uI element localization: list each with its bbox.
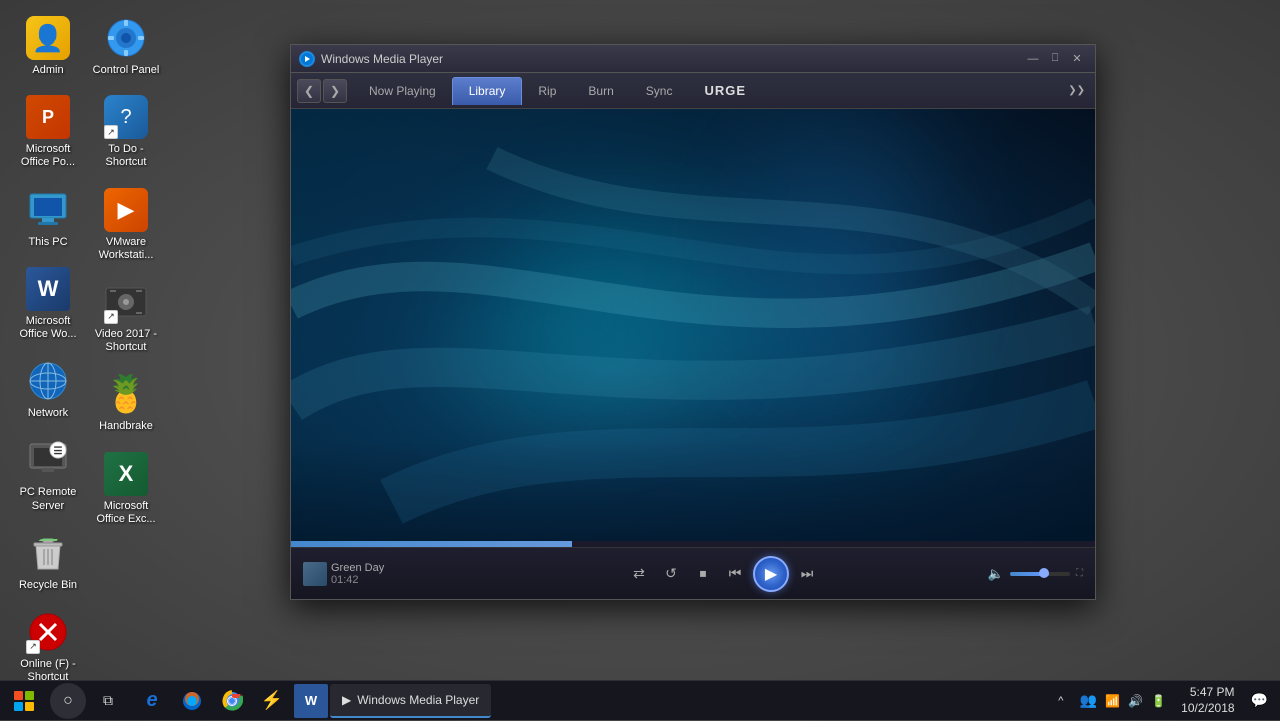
wmp-back-button[interactable]: ❮	[297, 79, 321, 103]
desktop-icon-control-panel[interactable]: Control Panel	[88, 10, 164, 81]
taskbar: ○ ⧉ e	[0, 680, 1280, 720]
wmp-play-button[interactable]: ▶	[753, 556, 789, 592]
wmp-stop-button[interactable]: ⏹	[689, 560, 717, 588]
desktop-icon-pc-remote[interactable]: ☰ PC Remote Server	[10, 432, 86, 516]
wmp-close-button[interactable]: ✕	[1067, 50, 1087, 68]
wmp-song-info: Green Day 01:42	[303, 562, 483, 586]
icon-label-recycle-bin: Recycle Bin	[19, 579, 77, 592]
tray-network-icon[interactable]: 📶	[1102, 692, 1123, 710]
wmp-next-button[interactable]: ⏭	[793, 560, 821, 588]
start-icon	[14, 691, 34, 711]
desktop-icon-this-pc[interactable]: This PC	[10, 182, 86, 253]
wmp-maximize-button[interactable]: ⎕	[1045, 50, 1065, 68]
tray-people-icon[interactable]: 👥	[1077, 690, 1100, 711]
icon-label-powerpoint: Microsoft Office Po...	[14, 143, 82, 169]
desktop-icon-video2017[interactable]: ↗ Video 2017 - Shortcut	[88, 274, 164, 358]
wmp-controls-bar: Green Day 01:42 ⇄ ↺ ⏹ ⏮ ▶ ⏭ 🔈	[291, 547, 1095, 599]
clock-date: 10/2/2018	[1181, 701, 1234, 717]
wmp-window: Windows Media Player — ⎕ ✕ ❮ ❯ Now Playi…	[290, 44, 1096, 600]
tray-icons: 👥 📶 🔊 🔋	[1077, 690, 1169, 711]
wmp-tab-sync[interactable]: Sync	[630, 77, 689, 105]
icon-label-network: Network	[28, 407, 68, 420]
wmp-tab-now-playing[interactable]: Now Playing	[353, 77, 452, 105]
desktop: 👤 Admin P Microsoft Office Po...	[0, 0, 1280, 680]
wmp-titlebar: Windows Media Player — ⎕ ✕	[291, 45, 1095, 73]
wmp-expand-button[interactable]: ⛶	[1076, 568, 1083, 579]
start-button[interactable]	[0, 681, 48, 721]
desktop-icon-online-f[interactable]: ↗ Online (F) - Shortcut	[10, 604, 86, 688]
desktop-icon-todo[interactable]: ? ↗ To Do - Shortcut	[88, 89, 164, 173]
taskbar-ie-button[interactable]: e	[132, 681, 172, 721]
desktop-icon-recycle-bin[interactable]: Recycle Bin	[10, 525, 86, 596]
icon-label-this-pc: This PC	[28, 236, 67, 249]
icon-label-excel: Microsoft Office Exc...	[92, 500, 160, 526]
wmp-title: Windows Media Player	[321, 52, 1023, 66]
wmp-song-name: Green Day	[331, 562, 384, 574]
wmp-tab-library[interactable]: Library	[452, 77, 523, 105]
icon-label-video2017: Video 2017 - Shortcut	[92, 328, 160, 354]
desktop-icon-excel[interactable]: X Microsoft Office Exc...	[88, 446, 164, 530]
taskbar-chrome-button[interactable]	[212, 681, 252, 721]
wmp-tab-urge[interactable]: URGE	[696, 81, 754, 100]
wmp-album-art	[303, 562, 327, 586]
desktop-icons: 👤 Admin P Microsoft Office Po...	[10, 10, 86, 688]
wmp-tabs: Now Playing Library Rip Burn Sync URGE	[353, 77, 1064, 105]
taskbar-search-button[interactable]: ○	[50, 683, 86, 719]
icon-label-pc-remote: PC Remote Server	[14, 486, 82, 512]
wmp-shuffle-button[interactable]: ⇄	[625, 560, 653, 588]
wmp-mute-button[interactable]: 🔈	[988, 566, 1004, 582]
taskbar-tray: ^ 👥 📶 🔊 🔋 5:47 PM 10/2/2018 💬	[1041, 681, 1280, 721]
taskbar-wmp-icon: ▶	[342, 693, 351, 707]
wmp-forward-button[interactable]: ❯	[323, 79, 347, 103]
icon-label-handbrake: Handbrake	[99, 420, 153, 433]
desktop-icon-word[interactable]: W Microsoft Office Wo...	[10, 261, 86, 345]
taskbar-items: e ⚡	[128, 681, 1041, 721]
wmp-tab-burn[interactable]: Burn	[572, 77, 629, 105]
desktop-icons-col2: Control Panel ? ↗ To Do - Shortcut ▶ V	[88, 10, 164, 530]
svg-text:☰: ☰	[54, 446, 63, 457]
wmp-song-time: 01:42	[331, 574, 384, 586]
wmp-window-controls: — ⎕ ✕	[1023, 50, 1087, 68]
icon-label-control-panel: Control Panel	[93, 64, 160, 77]
wmp-prev-button[interactable]: ⏮	[721, 560, 749, 588]
wmp-nav-more-button[interactable]: ❯❯	[1064, 85, 1089, 96]
wmp-playback-controls: ⇄ ↺ ⏹ ⏮ ▶ ⏭	[489, 556, 957, 592]
desktop-icon-admin[interactable]: 👤 Admin	[10, 10, 86, 81]
wmp-logo-icon	[299, 51, 315, 67]
notification-center-button[interactable]: 💬	[1247, 692, 1272, 709]
tray-battery-icon[interactable]: 🔋	[1148, 692, 1169, 710]
desktop-icon-vmware[interactable]: ▶ VMware Workstati...	[88, 182, 164, 266]
wmp-video-area	[291, 109, 1095, 541]
wmp-repeat-button[interactable]: ↺	[657, 560, 685, 588]
icon-label-vmware: VMware Workstati...	[92, 236, 160, 262]
taskbar-app-button[interactable]: ⚡	[252, 681, 292, 721]
taskbar-firefox-button[interactable]	[172, 681, 212, 721]
desktop-icon-powerpoint[interactable]: P Microsoft Office Po...	[10, 89, 86, 173]
wmp-volume-thumb	[1039, 568, 1049, 578]
wmp-navbar: ❮ ❯ Now Playing Library Rip Burn Sync UR…	[291, 73, 1095, 109]
taskbar-wmp-item[interactable]: ▶ Windows Media Player	[330, 684, 491, 718]
wmp-volume-controls: 🔈 ⛶	[963, 566, 1083, 582]
wmp-minimize-button[interactable]: —	[1023, 50, 1043, 68]
clock[interactable]: 5:47 PM 10/2/2018	[1173, 685, 1242, 716]
desktop-icon-handbrake[interactable]: 🍍 Handbrake	[88, 366, 164, 437]
tray-volume-icon[interactable]: 🔊	[1125, 692, 1146, 710]
taskbar-wmp-label: Windows Media Player	[357, 693, 479, 707]
taskbar-task-view-button[interactable]: ⧉	[88, 681, 128, 721]
icon-label-todo: To Do - Shortcut	[92, 143, 160, 169]
icon-label-word: Microsoft Office Wo...	[14, 315, 82, 341]
taskbar-word-button[interactable]: W	[294, 684, 328, 718]
tray-show-hidden-button[interactable]: ^	[1049, 681, 1073, 721]
desktop-icon-network[interactable]: Network	[10, 353, 86, 424]
wmp-volume-slider[interactable]	[1010, 572, 1070, 576]
wmp-tab-rip[interactable]: Rip	[522, 77, 572, 105]
clock-time: 5:47 PM	[1181, 685, 1234, 701]
icon-label-admin: Admin	[32, 64, 63, 77]
